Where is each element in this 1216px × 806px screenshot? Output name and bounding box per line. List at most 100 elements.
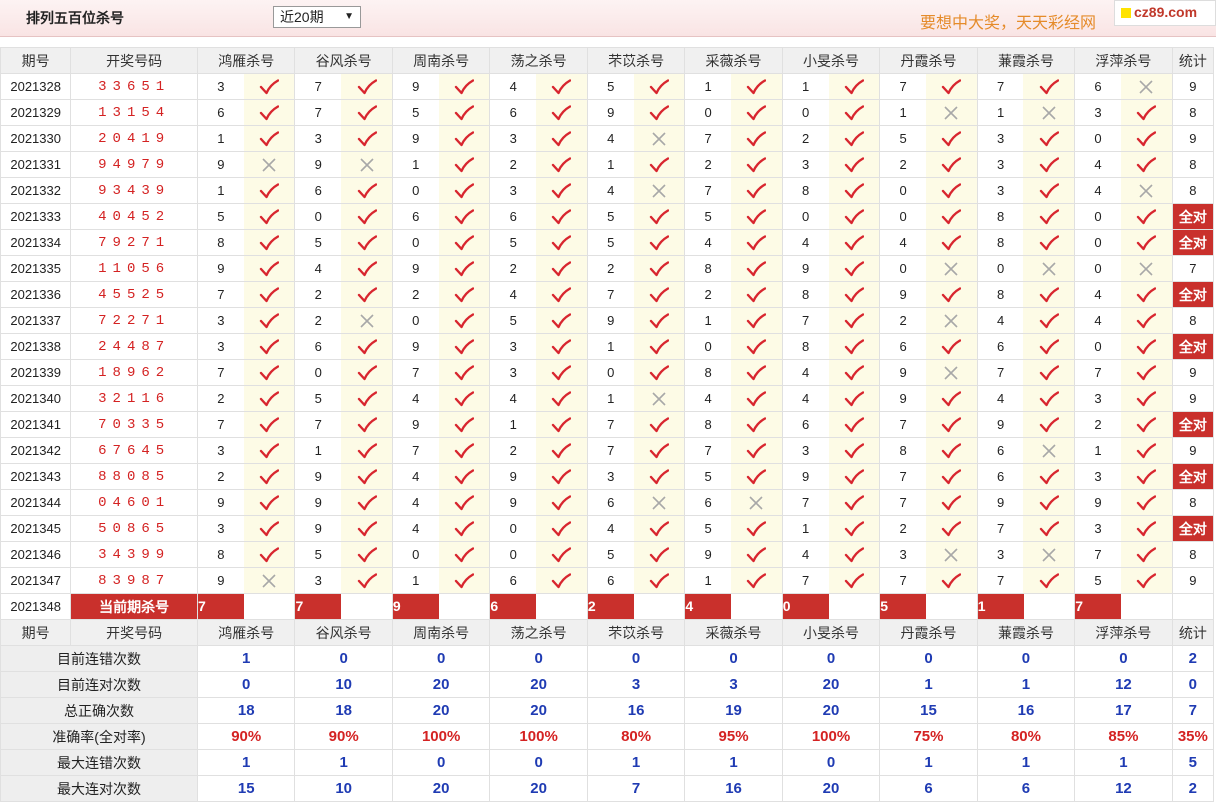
- kill-number-cell: 9: [196, 567, 244, 594]
- summary-stat: 7: [1171, 697, 1215, 724]
- cross-icon: [1042, 106, 1056, 120]
- summary-value: 15: [196, 775, 296, 802]
- header-expert[interactable]: 荡之杀号: [489, 619, 588, 646]
- check-icon: [357, 287, 377, 302]
- header-expert[interactable]: 芣苡杀号: [586, 47, 686, 74]
- result-mark-cell: [1120, 177, 1173, 204]
- summary-value: 75%: [879, 723, 978, 750]
- header-expert[interactable]: 周南杀号: [391, 47, 491, 74]
- header-expert[interactable]: 丹霞杀号: [879, 47, 978, 74]
- period-cell: 2021340: [0, 385, 72, 412]
- check-icon: [747, 157, 767, 172]
- range-select[interactable]: 近20期 ▼: [273, 6, 361, 28]
- result-mark-cell: [731, 255, 783, 282]
- result-mark-cell: [633, 99, 686, 126]
- table-row: 2021333 40452 5 0 6 6 5 5 0 0 8 0 全对: [0, 203, 1215, 230]
- kill-number-cell: 3: [879, 541, 926, 568]
- kill-number-cell: 9: [391, 125, 439, 152]
- kill-number-cell: 2: [781, 125, 829, 152]
- kill-number-cell: 0: [1074, 125, 1121, 152]
- result-mark-cell: [828, 203, 881, 230]
- cross-icon: [359, 158, 374, 172]
- check-icon: [552, 391, 572, 406]
- logo-square-icon: [1121, 8, 1131, 19]
- header-stat: 统计: [1171, 619, 1215, 646]
- header-expert[interactable]: 小旻杀号: [781, 47, 881, 74]
- check-icon: [1039, 391, 1059, 406]
- check-icon: [454, 495, 474, 510]
- check-icon: [942, 469, 962, 484]
- check-icon: [649, 79, 669, 94]
- kill-number-cell: 2: [684, 151, 732, 178]
- header-expert[interactable]: 小旻杀号: [781, 619, 881, 646]
- result-mark-cell: [536, 411, 588, 438]
- check-icon: [552, 521, 572, 536]
- result-mark-cell: [536, 541, 588, 568]
- check-icon: [1137, 235, 1157, 250]
- check-icon: [1137, 417, 1157, 432]
- header-expert[interactable]: 谷风杀号: [294, 619, 393, 646]
- period-cell: 2021328: [0, 73, 72, 100]
- result-mark-cell: [633, 229, 686, 256]
- kill-number-cell: 9: [294, 463, 342, 490]
- summary-stat: 2: [1171, 775, 1215, 802]
- header-expert[interactable]: 谷风杀号: [294, 47, 393, 74]
- promo-marquee[interactable]: 要想中大奖，天天彩经网: [920, 9, 1096, 33]
- result-mark-cell: [438, 385, 491, 412]
- check-icon: [649, 339, 669, 354]
- header-expert[interactable]: 鸿雁杀号: [196, 47, 296, 74]
- result-mark-cell: [1023, 567, 1076, 594]
- chevron-down-icon: ▼: [344, 11, 354, 22]
- summary-value: 20: [489, 697, 588, 724]
- cross-icon: [262, 158, 276, 172]
- check-icon: [942, 417, 962, 432]
- summary-value: 3: [586, 671, 686, 698]
- summary-value: 1: [879, 749, 978, 776]
- header-expert[interactable]: 浮萍杀号: [1074, 47, 1173, 74]
- check-icon: [844, 495, 864, 510]
- kill-number-cell: 3: [781, 151, 829, 178]
- header-period: 期号: [0, 47, 72, 74]
- check-icon: [649, 469, 669, 484]
- result-mark-cell: [243, 229, 296, 256]
- result-mark-cell: [243, 333, 296, 360]
- result-mark-cell: [1120, 307, 1173, 334]
- kill-number-cell: 0: [391, 229, 439, 256]
- summary-value: 18: [196, 697, 296, 724]
- header-expert[interactable]: 鸿雁杀号: [196, 619, 296, 646]
- header-expert[interactable]: 浮萍杀号: [1074, 619, 1173, 646]
- logo-text: cz89.com: [1134, 4, 1198, 20]
- check-icon: [844, 469, 864, 484]
- header-expert[interactable]: 芣苡杀号: [586, 619, 686, 646]
- site-logo[interactable]: cz89.com: [1114, 0, 1216, 26]
- summary-value: 16: [586, 697, 686, 724]
- summary-value: 1: [196, 749, 296, 776]
- header-expert[interactable]: 蒹霞杀号: [976, 47, 1076, 74]
- kill-number-cell: 8: [976, 229, 1024, 256]
- result-mark-cell: [438, 281, 491, 308]
- kill-number-cell: 4: [1074, 307, 1121, 334]
- kill-number-cell: 0: [781, 99, 829, 126]
- header-expert[interactable]: 蒹霞杀号: [976, 619, 1076, 646]
- header-expert[interactable]: 采薇杀号: [684, 619, 783, 646]
- header-expert[interactable]: 采薇杀号: [684, 47, 783, 74]
- draw-number-cell: 33651: [70, 73, 198, 100]
- result-mark-cell: [243, 489, 296, 516]
- kill-number-cell: 1: [586, 151, 634, 178]
- table-row: 2021335 11056 9 4 9 2 2 8 9 0 0 0 7: [0, 255, 1215, 282]
- result-mark-cell: [633, 255, 686, 282]
- table-row: 2021331 94979 9 9 1 2 1 2 3 2 3 4 8: [0, 151, 1215, 178]
- kill-number-cell: 7: [781, 489, 829, 516]
- result-mark-cell: [925, 99, 978, 126]
- header-expert[interactable]: 周南杀号: [391, 619, 491, 646]
- result-mark-cell: [243, 203, 296, 230]
- kill-number-cell: 5: [586, 541, 634, 568]
- header-expert[interactable]: 荡之杀号: [489, 47, 588, 74]
- kill-number-cell: 4: [391, 489, 439, 516]
- kill-number-cell: 3: [1074, 99, 1121, 126]
- header-expert[interactable]: 丹霞杀号: [879, 619, 978, 646]
- check-icon: [1137, 469, 1157, 484]
- check-icon: [357, 573, 377, 588]
- summary-value: 1: [976, 749, 1076, 776]
- header-draw-number: 开奖号码: [70, 47, 198, 74]
